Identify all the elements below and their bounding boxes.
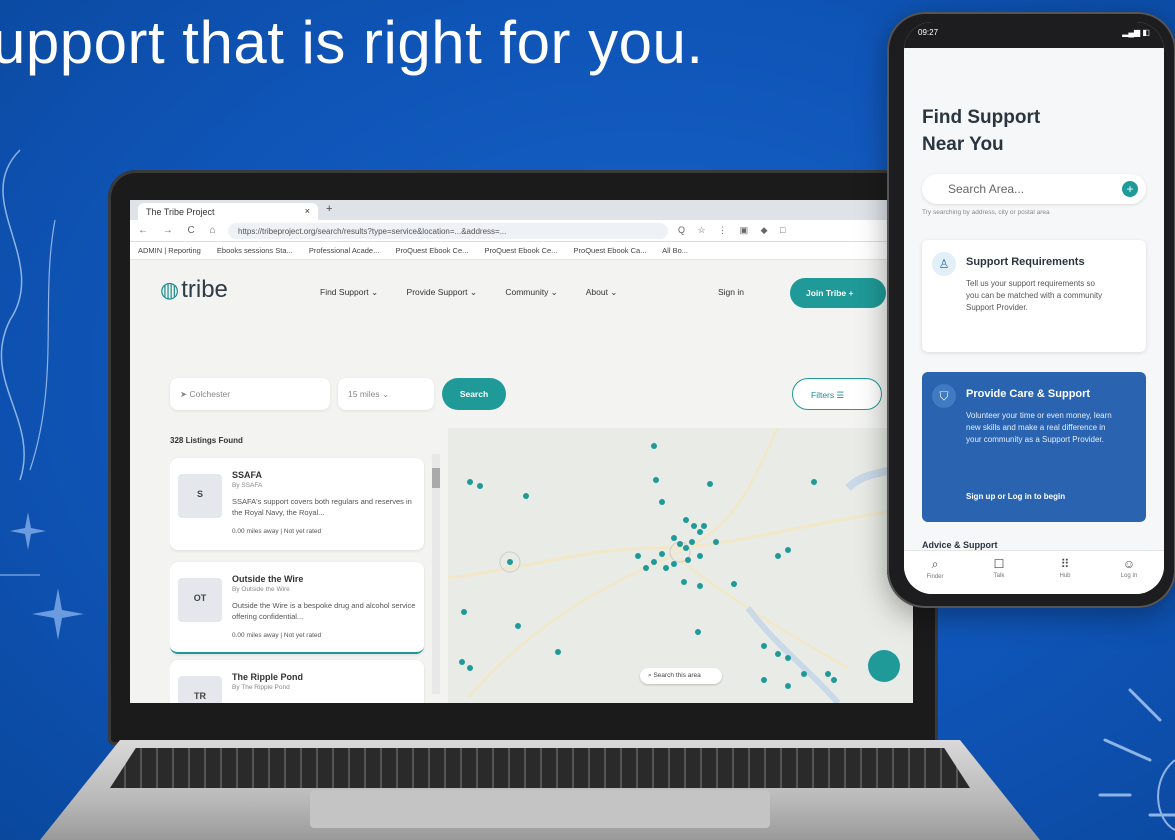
browser-tab[interactable]: The Tribe Project × bbox=[138, 203, 318, 220]
person-icon: ♙ bbox=[932, 252, 956, 276]
nav-provide-support[interactable]: Provide Support ⌄ bbox=[407, 287, 477, 297]
bookmark[interactable]: ProQuest Ebook Ce... bbox=[395, 246, 468, 255]
browser-tabbar: The Tribe Project × + bbox=[130, 200, 913, 220]
address-bar: ← → C ⌂ https://tribeproject.org/search/… bbox=[130, 220, 913, 242]
add-icon[interactable]: + bbox=[1122, 181, 1138, 197]
extension-icons[interactable]: Q ☆ ⋮ ▣ ◆ □ bbox=[678, 225, 790, 236]
title-line-1: Find Support bbox=[922, 107, 1041, 128]
tab-hub[interactable]: ⠿ Hub bbox=[1040, 557, 1090, 579]
tab-finder[interactable]: ⌕ Finder bbox=[910, 557, 960, 580]
listing-provider: By SSAFA bbox=[232, 482, 263, 489]
search-icon: ⌕ bbox=[931, 557, 939, 571]
map-search-label: Search this area bbox=[653, 672, 701, 679]
support-requirements-card[interactable]: ♙ Support Requirements Tell us your supp… bbox=[922, 240, 1146, 352]
bookmark[interactable]: ProQuest Ebook Ce... bbox=[484, 246, 557, 255]
tab-label: Talk bbox=[993, 573, 1005, 579]
new-tab-button[interactable]: + bbox=[326, 203, 332, 215]
listings-list: S SSAFA By SSAFA SSAFA's support covers … bbox=[170, 454, 426, 703]
listings-count: 328 Listings Found bbox=[170, 436, 243, 445]
list-item[interactable]: TR The Ripple Pond By The Ripple Pond bbox=[170, 660, 424, 703]
chat-icon: ☐ bbox=[993, 557, 1005, 571]
avatar: TR bbox=[178, 676, 222, 703]
location-value: Colchester bbox=[189, 389, 231, 399]
tab-label: Hub bbox=[1059, 573, 1071, 579]
sign-in-link[interactable]: Sign in bbox=[718, 287, 744, 297]
laptop-display: The Tribe Project × + ← → C ⌂ https://tr… bbox=[130, 200, 913, 703]
site-header: ◍tribe Find Support ⌄ Provide Support ⌄ … bbox=[130, 260, 913, 318]
advice-heading: Advice & Support bbox=[922, 540, 998, 550]
shield-icon: ⛉ bbox=[932, 384, 956, 408]
map-location-button[interactable] bbox=[868, 650, 900, 682]
status-bar: 09:27 ▂▄▆ ◧ bbox=[904, 22, 1164, 48]
listing-description: SSAFA's support covers both regulars and… bbox=[232, 497, 412, 517]
card-description: Tell us your support requirements so you… bbox=[966, 279, 1103, 312]
search-hint: Try searching by address, city or postal… bbox=[922, 209, 1050, 216]
user-icon: ☺ bbox=[1122, 557, 1136, 571]
search-row: ➤ Colchester 15 miles ⌄ Search Filters ☰ bbox=[130, 318, 913, 410]
search-area-input[interactable]: Search Area... + bbox=[922, 174, 1146, 204]
listing-title[interactable]: Outside the Wire bbox=[232, 574, 303, 584]
keyboard bbox=[110, 748, 970, 788]
card-title: Support Requirements bbox=[966, 256, 1085, 268]
phone-screen: 09:27 ▂▄▆ ◧ Find Support Near You Search… bbox=[904, 22, 1164, 594]
tab-talk[interactable]: ☐ Talk bbox=[974, 557, 1024, 579]
title-line-2: Near You bbox=[922, 134, 1004, 155]
avatar: S bbox=[178, 474, 222, 518]
tab-label: Log In bbox=[1120, 573, 1138, 579]
tribe-mark-icon: ◍ bbox=[160, 277, 180, 302]
tab-label: Finder bbox=[926, 574, 944, 580]
logo-text: tribe bbox=[181, 276, 228, 303]
listing-title[interactable]: SSAFA bbox=[232, 470, 262, 480]
card-description: Volunteer your time or even money, learn… bbox=[966, 411, 1112, 444]
join-tribe-button[interactable]: Join Tribe + bbox=[790, 278, 886, 308]
nav-find-support[interactable]: Find Support ⌄ bbox=[320, 287, 378, 297]
location-input[interactable]: ➤ Colchester bbox=[170, 378, 330, 410]
tab-log-in[interactable]: ☺ Log In bbox=[1104, 557, 1154, 579]
listing-description: Outside the Wire is a bespoke drug and a… bbox=[232, 601, 416, 621]
bookmark[interactable]: Professional Acade... bbox=[309, 246, 379, 255]
list-item[interactable]: OT Outside the Wire By Outside the Wire … bbox=[170, 562, 424, 654]
provide-care-card[interactable]: ⛉ Provide Care & Support Volunteer your … bbox=[922, 372, 1146, 522]
listing-meta: 0.00 miles away | Not yet rated bbox=[232, 528, 322, 535]
avatar: OT bbox=[178, 578, 222, 622]
sign-up-link[interactable]: Sign up or Log in to begin bbox=[966, 492, 1065, 501]
search-placeholder: Search Area... bbox=[948, 182, 1025, 196]
bookmarks-bar: ADMIN | Reporting Ebooks sessions Sta...… bbox=[130, 242, 913, 260]
nav-about[interactable]: About ⌄ bbox=[586, 287, 618, 297]
bookmark[interactable]: All Bo... bbox=[662, 246, 688, 255]
list-item[interactable]: S SSAFA By SSAFA SSAFA's support covers … bbox=[170, 458, 424, 550]
status-icons: ▂▄▆ ◧ bbox=[1122, 28, 1150, 37]
card-title: Provide Care & Support bbox=[966, 388, 1091, 400]
notch bbox=[964, 22, 1104, 46]
search-button[interactable]: Search bbox=[442, 378, 506, 410]
url-field[interactable]: https://tribeproject.org/search/results?… bbox=[228, 223, 668, 239]
map-canvas bbox=[448, 428, 913, 703]
trackpad bbox=[310, 790, 770, 828]
nav-community[interactable]: Community ⌄ bbox=[505, 287, 557, 297]
page-title: Find Support Near You bbox=[922, 104, 1040, 158]
browser-nav-buttons[interactable]: ← → C ⌂ bbox=[138, 225, 222, 236]
listing-provider: By The Ripple Pond bbox=[232, 684, 290, 691]
tab-title: The Tribe Project bbox=[146, 207, 215, 217]
bookmark[interactable]: ADMIN | Reporting bbox=[138, 246, 201, 255]
radius-select[interactable]: 15 miles ⌄ bbox=[338, 378, 434, 410]
map-search-button[interactable]: ⌕ Search this area bbox=[640, 668, 722, 684]
grid-icon: ⠿ bbox=[1060, 557, 1070, 571]
list-scrollbar[interactable] bbox=[432, 454, 440, 694]
status-time: 09:27 bbox=[918, 28, 939, 37]
listing-meta: 0.00 miles away | Not yet rated bbox=[232, 632, 322, 639]
bookmark[interactable]: ProQuest Ebook Ca... bbox=[574, 246, 647, 255]
bookmark[interactable]: Ebooks sessions Sta... bbox=[217, 246, 293, 255]
listing-provider: By Outside the Wire bbox=[232, 586, 290, 593]
close-icon[interactable]: × bbox=[305, 206, 310, 216]
map[interactable] bbox=[448, 428, 913, 703]
filters-button[interactable]: Filters ☰ bbox=[792, 378, 882, 410]
headline: upport that is right for you. bbox=[0, 9, 704, 76]
listing-title[interactable]: The Ripple Pond bbox=[232, 672, 303, 682]
main-nav: Find Support ⌄ Provide Support ⌄ Communi… bbox=[320, 287, 643, 298]
tribe-logo[interactable]: ◍tribe bbox=[160, 276, 228, 304]
bottom-nav: ⌕ Finder ☐ Talk ⠿ Hub ☺ Log In bbox=[904, 550, 1164, 594]
scrollbar-thumb[interactable] bbox=[432, 468, 440, 488]
